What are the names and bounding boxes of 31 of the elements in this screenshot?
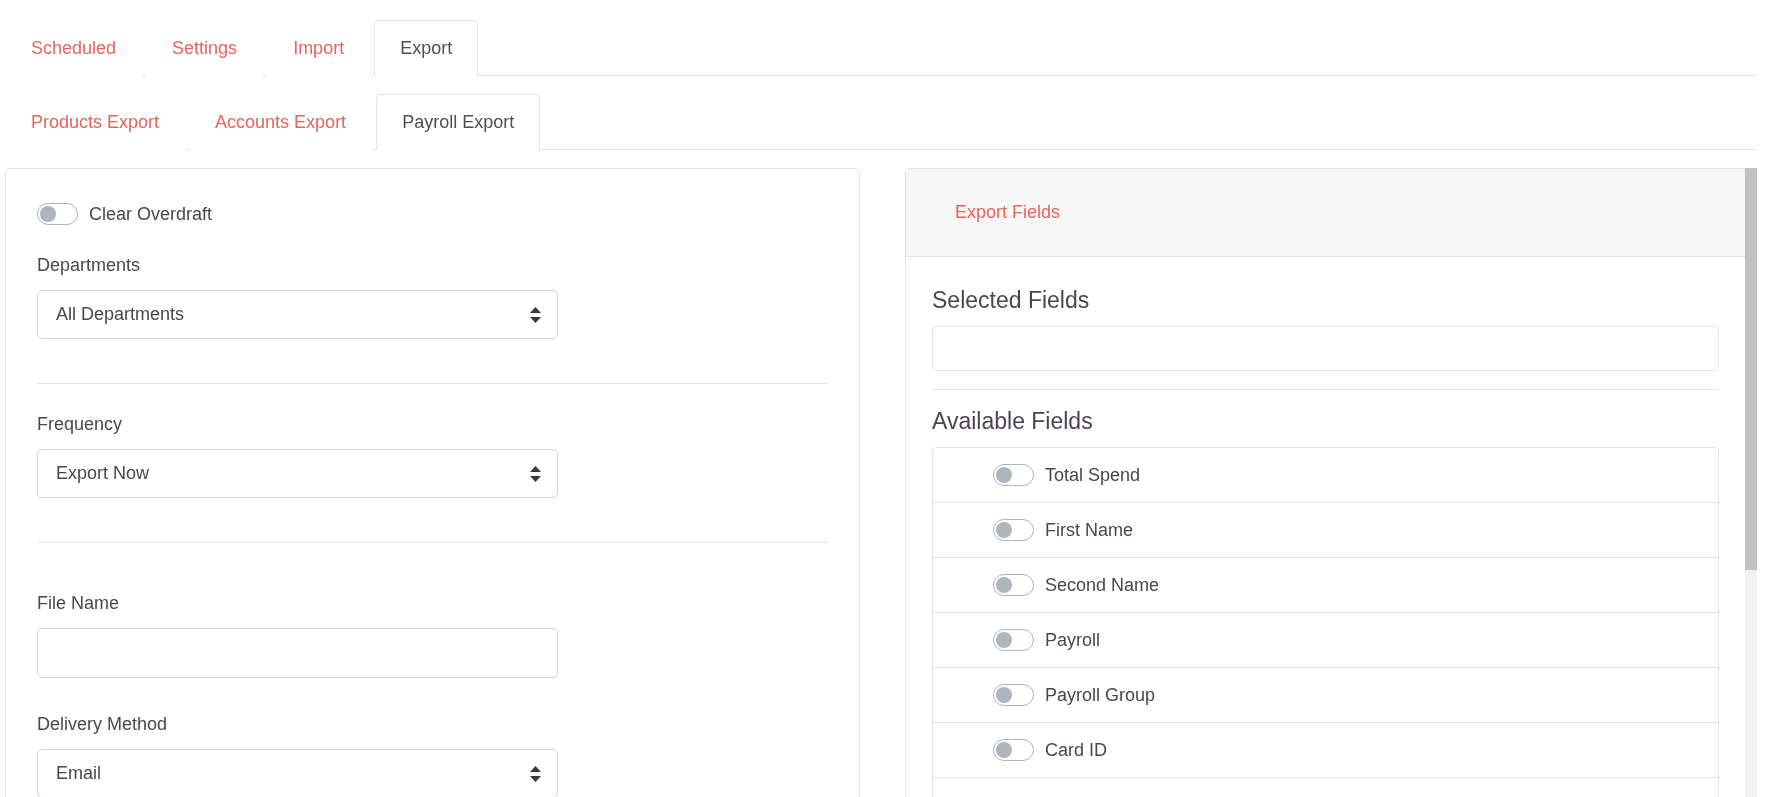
section-heading: Available Fields — [932, 408, 1094, 435]
toggle-switch[interactable] — [37, 203, 78, 225]
panel-title: Export Fields — [955, 202, 1061, 223]
field-label: Delivery Method — [37, 714, 169, 735]
toggle-switch[interactable] — [993, 464, 1034, 486]
field-name: Payroll — [1045, 629, 1101, 651]
toggle-label: Clear Overdraft — [89, 203, 213, 225]
field-name: Total Spend — [1045, 464, 1141, 486]
sort-caret-icon — [530, 306, 541, 323]
scrollbar-thumb[interactable] — [1745, 168, 1757, 570]
toggle-switch[interactable] — [993, 629, 1034, 651]
field-label: File Name — [37, 593, 121, 614]
field-label: Departments — [37, 255, 142, 276]
select-field[interactable]: Export Now — [37, 449, 558, 498]
field-name: Payroll Group — [1045, 684, 1156, 706]
toggle-switch[interactable] — [993, 684, 1034, 706]
input-field[interactable] — [37, 628, 558, 678]
select-field[interactable]: All Departments — [37, 290, 558, 339]
section-heading: Selected Fields — [932, 287, 1091, 314]
field-name: Second Name — [1045, 574, 1160, 596]
toggle-switch[interactable] — [993, 519, 1034, 541]
tab[interactable]: Payroll Export — [376, 94, 541, 150]
scrollbar[interactable] — [1745, 168, 1757, 797]
sort-caret-icon — [530, 465, 541, 482]
sort-caret-icon — [530, 765, 541, 782]
field-name: Card ID — [1045, 739, 1107, 761]
field-name: First Name — [1045, 519, 1133, 541]
toggle-switch[interactable] — [993, 574, 1034, 596]
tab[interactable]: Export — [374, 20, 479, 76]
toggle-switch[interactable] — [993, 739, 1034, 761]
field-label: Frequency — [37, 414, 124, 435]
